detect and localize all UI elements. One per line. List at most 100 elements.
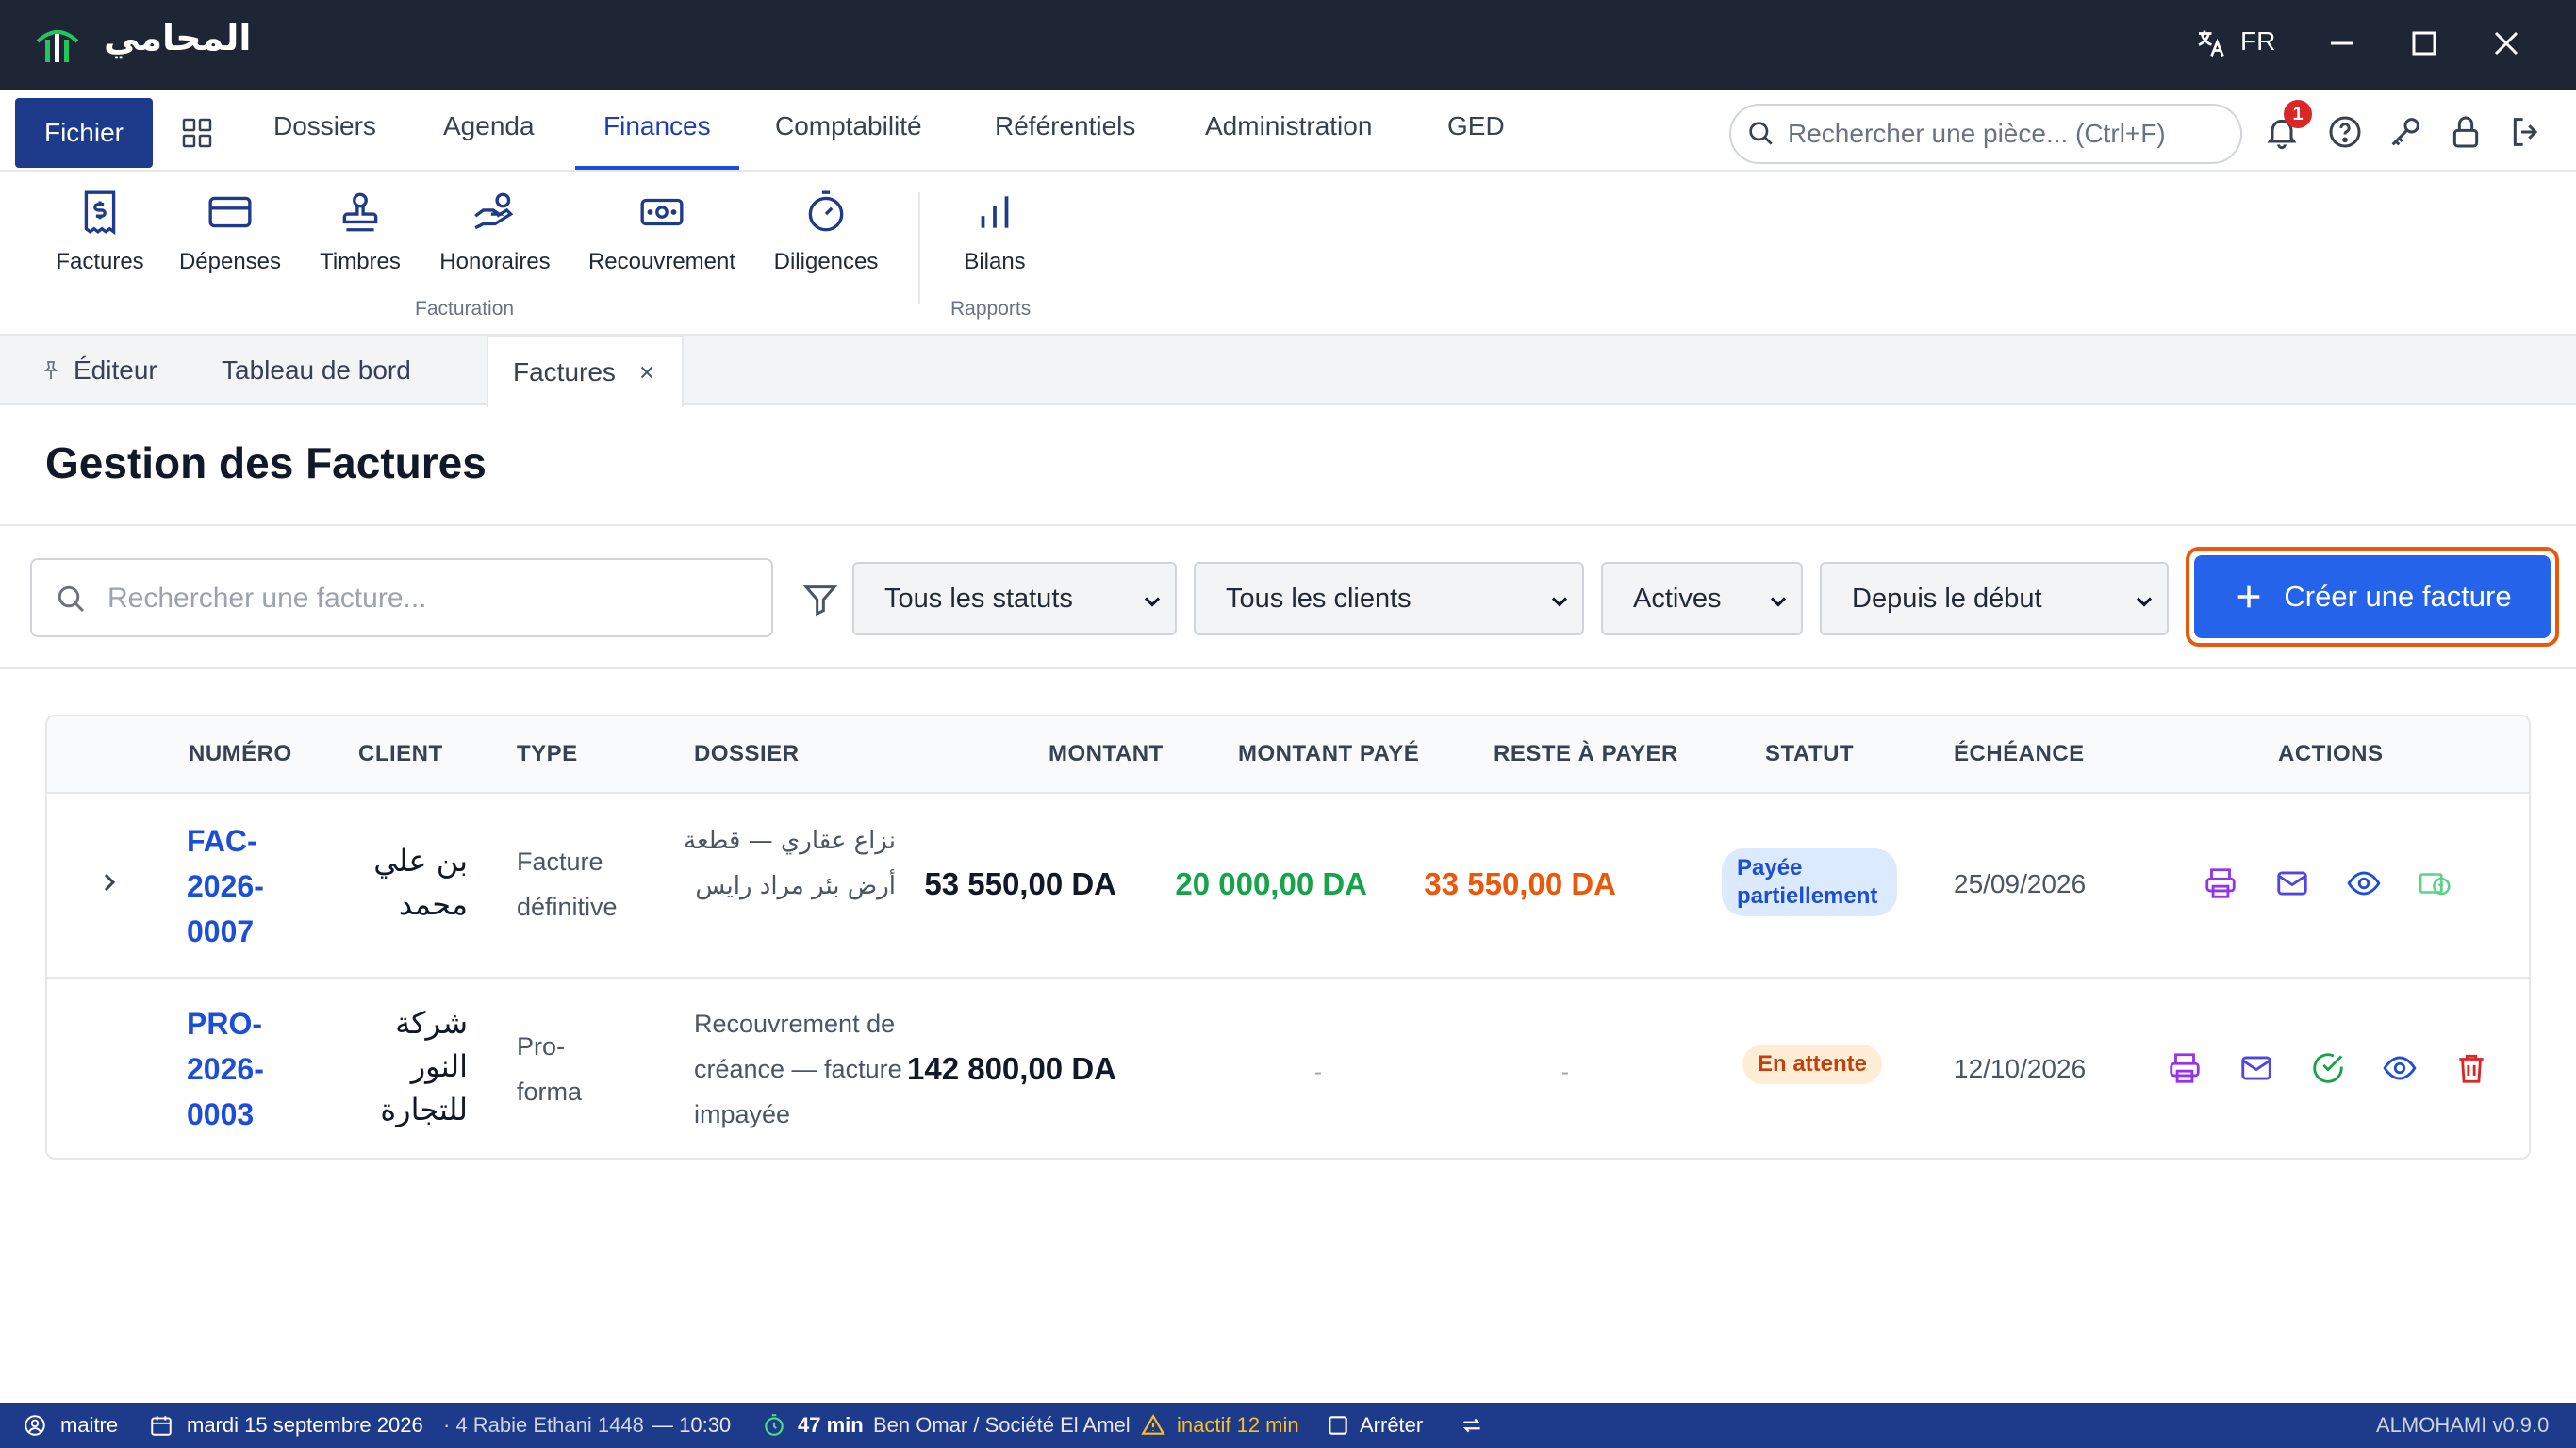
stop-button[interactable]: Arrêter — [1360, 1413, 1423, 1438]
maximize-icon[interactable] — [2403, 23, 2445, 64]
ribbon-factures[interactable]: Factures — [53, 189, 147, 275]
language-label[interactable]: FR — [2240, 26, 2275, 57]
ribbon-recouvrement[interactable]: Recouvrement — [586, 189, 737, 275]
client-select[interactable]: Tous les clients — [1194, 562, 1584, 635]
stop-icon[interactable] — [1326, 1413, 1350, 1438]
global-search-input[interactable] — [1788, 113, 2221, 155]
credit-card-icon — [208, 196, 252, 228]
logout-icon[interactable] — [2507, 113, 2545, 151]
status-date: mardi 15 septembre 2026 — [187, 1413, 423, 1437]
header-montant[interactable]: MONTANT — [1049, 741, 1164, 767]
status-select[interactable]: Tous les statuts — [852, 562, 1177, 635]
app-logo-icon — [36, 30, 79, 62]
tab-editeur[interactable]: Éditeur — [40, 336, 157, 405]
header-dossier[interactable]: DOSSIER — [694, 741, 800, 767]
tab-factures[interactable]: Factures — [487, 336, 684, 407]
minimize-icon[interactable] — [2321, 23, 2363, 64]
period-select[interactable]: Depuis le début — [1820, 562, 2169, 635]
menu-administration[interactable]: Administration — [1205, 111, 1372, 141]
status-user: maitre — [60, 1413, 119, 1437]
print-icon[interactable] — [2203, 865, 2238, 901]
header-echeance[interactable]: ÉCHÉANCE — [1954, 741, 2085, 767]
chevron-down-icon — [1144, 597, 1161, 607]
paid-amount: - — [1314, 1060, 1322, 1085]
global-search[interactable] — [1729, 104, 2242, 164]
active-select[interactable]: Actives — [1601, 562, 1803, 635]
filter-icon[interactable] — [801, 581, 839, 618]
tab-tableau-de-bord[interactable]: Tableau de bord — [222, 336, 411, 405]
ribbon: Factures Dépenses Timbres Honoraires Rec… — [0, 172, 2576, 336]
client-name: بن علي محمد — [373, 843, 468, 922]
divider — [0, 524, 2576, 526]
status-hijri-date: · 4 Rabie Ethani 1448 — [443, 1413, 644, 1437]
app-name: المحامي — [104, 17, 252, 58]
menu-referentiels[interactable]: Référentiels — [995, 111, 1135, 141]
ribbon-honoraires[interactable]: Honoraires — [436, 189, 554, 275]
delete-icon[interactable] — [2453, 1050, 2489, 1086]
help-icon[interactable] — [2326, 113, 2364, 151]
close-icon[interactable] — [2485, 23, 2527, 64]
chevron-down-icon — [1551, 597, 1568, 607]
sync-icon[interactable] — [1460, 1413, 1484, 1438]
view-icon[interactable] — [2382, 1050, 2418, 1086]
chevron-down-icon — [1770, 597, 1787, 607]
email-icon[interactable] — [2274, 865, 2310, 901]
ribbon-depenses[interactable]: Dépenses — [177, 189, 283, 275]
row-divider — [47, 977, 2529, 979]
menu-finances[interactable]: Finances — [603, 111, 711, 141]
divider — [0, 667, 2576, 669]
search-icon — [58, 585, 85, 613]
invoice-number[interactable]: FAC-2026-0007 — [187, 818, 300, 954]
header-numero[interactable]: NUMÉRO — [189, 741, 292, 767]
invoice-search[interactable] — [30, 558, 773, 637]
warning-icon — [1141, 1414, 1165, 1435]
menu-ged[interactable]: GED — [1447, 111, 1505, 141]
close-tab-icon[interactable] — [636, 362, 657, 383]
ribbon-timbres[interactable]: Timbres — [311, 189, 409, 275]
translate-icon[interactable] — [2193, 26, 2227, 60]
create-invoice-button[interactable]: Créer une facture — [2186, 547, 2559, 647]
remaining-amount: 33 550,00 DA — [1424, 866, 1616, 901]
user-icon — [25, 1415, 45, 1436]
menu-agenda[interactable]: Agenda — [443, 111, 535, 141]
ribbon-diligences[interactable]: Diligences — [769, 189, 883, 275]
header-montant-paye[interactable]: MONTANT PAYÉ — [1238, 741, 1419, 767]
invoice-number[interactable]: PRO-2026-0003 — [187, 1001, 300, 1137]
search-icon — [1749, 122, 1773, 145]
dossier-name: Recouvrement de créance — facture impayé… — [694, 1010, 902, 1128]
header-statut[interactable]: STATUT — [1765, 741, 1854, 767]
timer-icon — [808, 190, 844, 232]
invoice-type: Facture définitive — [517, 847, 618, 921]
print-icon[interactable] — [2167, 1050, 2203, 1086]
menu-dossiers[interactable]: Dossiers — [273, 111, 376, 141]
payment-icon[interactable] — [2418, 865, 2453, 901]
invoice-icon — [84, 190, 116, 236]
due-date: 25/09/2026 — [1954, 869, 2087, 898]
header-reste[interactable]: RESTE À PAYER — [1494, 741, 1678, 767]
email-icon[interactable] — [2238, 1050, 2274, 1086]
header-actions: ACTIONS — [2278, 741, 2384, 766]
ribbon-bilans[interactable]: Bilans — [952, 189, 1037, 275]
header-type[interactable]: TYPE — [517, 741, 578, 767]
active-menu-indicator — [575, 166, 739, 170]
menu-fichier[interactable]: Fichier — [15, 98, 153, 168]
menu-comptabilite[interactable]: Comptabilité — [775, 111, 922, 141]
pin-icon[interactable] — [40, 359, 62, 382]
tabs-bar: Éditeur Tableau de bord Factures — [0, 336, 2576, 407]
status-context: Ben Omar / Société El Amel — [873, 1413, 1131, 1437]
key-icon[interactable] — [2386, 113, 2424, 151]
invoice-amount: 53 550,00 DA — [924, 866, 1116, 901]
timer-icon — [765, 1414, 784, 1436]
status-time: — 10:30 — [652, 1413, 732, 1437]
header-client[interactable]: CLIENT — [358, 741, 443, 767]
client-name: شركة النور للتجارة — [380, 1005, 468, 1127]
validate-icon[interactable] — [2310, 1050, 2346, 1086]
hand-coins-icon — [474, 192, 514, 230]
invoice-search-input[interactable] — [107, 575, 758, 622]
lock-icon[interactable] — [2447, 113, 2485, 151]
grid-icon[interactable] — [181, 117, 213, 149]
notification-badge: 1 — [2284, 100, 2312, 128]
view-icon[interactable] — [2346, 865, 2382, 901]
chevron-right-icon[interactable] — [94, 867, 124, 897]
paid-amount: 20 000,00 DA — [1175, 866, 1367, 901]
